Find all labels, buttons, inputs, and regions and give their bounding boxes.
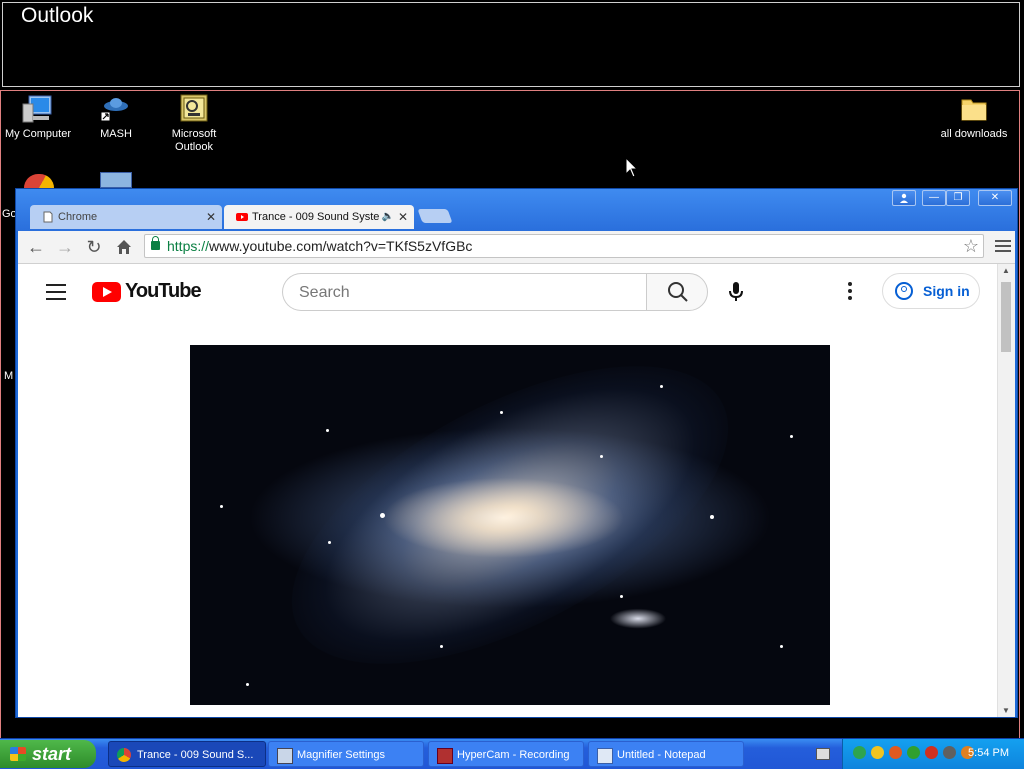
youtube-header: YouTube Search Sign in — [18, 264, 998, 318]
shield-icon[interactable] — [871, 746, 884, 759]
desktop-icon-label: My Computer — [4, 128, 72, 140]
minimize-button[interactable]: — — [922, 190, 946, 206]
system-tray: 5:54 PM — [842, 739, 1024, 769]
taskbar-item-hypercam[interactable]: HyperCam - Recording — [428, 741, 584, 767]
clock[interactable]: 5:54 PM — [968, 747, 1009, 759]
youtube-page: YouTube Search Sign in — [18, 264, 998, 717]
tab-title: Trance - 009 Sound System — [252, 211, 380, 223]
scroll-down-icon[interactable]: ▼ — [1002, 706, 1010, 715]
desktop-icon-all-downloads[interactable]: all downloads — [934, 94, 1014, 141]
tab-title: Chrome — [58, 211, 98, 223]
user-circle-icon — [895, 282, 913, 300]
more-options-icon[interactable] — [848, 282, 854, 302]
address-url: https://www.youtube.com/watch?v=TKfS5zVf… — [167, 238, 473, 254]
new-tab-button[interactable] — [417, 209, 453, 223]
taskbar-item-chrome[interactable]: Trance - 009 Sound S... — [108, 741, 266, 767]
search-placeholder: Search — [299, 284, 350, 301]
magnifier-text: Outlook — [21, 4, 94, 27]
bookmark-star-icon[interactable]: ☆ — [963, 236, 979, 257]
tray-app-icon[interactable] — [943, 746, 956, 759]
magnifier-pane: Outlook — [2, 2, 1020, 87]
reload-icon: ↻ — [86, 237, 102, 257]
desktop-icon-my-computer[interactable]: My Computer — [0, 94, 78, 141]
search-input[interactable]: Search — [282, 273, 646, 311]
desktop-icon-outlook[interactable]: Microsoft Outlook — [154, 94, 234, 154]
youtube-play-icon — [92, 282, 121, 302]
desktop-edge-label: M — [4, 370, 14, 382]
galaxy-image — [246, 345, 774, 705]
video-player[interactable] — [190, 345, 830, 705]
address-bar[interactable]: https://www.youtube.com/watch?v=TKfS5zVf… — [144, 234, 984, 258]
scroll-up-icon[interactable]: ▲ — [1002, 266, 1010, 275]
microphone-icon[interactable] — [726, 281, 746, 303]
guide-menu-icon[interactable] — [46, 284, 66, 300]
task-label: HyperCam - Recording — [457, 749, 570, 761]
tab-close-icon[interactable]: ✕ — [398, 205, 408, 229]
start-button[interactable]: start — [0, 740, 96, 768]
start-label: start — [32, 744, 72, 764]
task-label: Trance - 009 Sound S... — [137, 749, 254, 761]
youtube-favicon-icon — [236, 213, 248, 221]
home-icon — [117, 240, 131, 254]
hypercam-icon — [437, 748, 453, 764]
chrome-window: — ❐ ✕ Chrome ✕ Trance - 009 Sound System… — [15, 188, 1018, 718]
chrome-toolbar: ← → ↻ https://www.youtube.com/watch?v=TK… — [18, 231, 1015, 264]
network-icon[interactable] — [907, 746, 920, 759]
desktop-icon-label: all downloads — [940, 128, 1008, 140]
keyboard-layout-icon[interactable] — [816, 748, 830, 760]
minimize-icon: — — [929, 192, 939, 203]
search-button[interactable] — [646, 273, 708, 311]
tab-chrome[interactable]: Chrome ✕ — [30, 205, 222, 229]
search-icon — [668, 282, 688, 302]
notepad-icon — [597, 748, 613, 764]
magnifier-icon — [277, 748, 293, 764]
task-label: Untitled - Notepad — [617, 749, 706, 761]
taskbar-item-notepad[interactable]: Untitled - Notepad — [588, 741, 744, 767]
scrollbar-thumb[interactable] — [1001, 282, 1011, 352]
sign-in-label: Sign in — [923, 283, 970, 299]
windows-flag-icon — [10, 747, 26, 761]
close-icon: ✕ — [990, 192, 1000, 203]
arrow-right-icon: → — [56, 237, 74, 257]
folder-icon — [957, 94, 991, 124]
tab-youtube[interactable]: Trance - 009 Sound System 🔈 ✕ — [224, 205, 414, 229]
tray-app-icon[interactable] — [889, 746, 902, 759]
close-window-button[interactable]: ✕ — [978, 190, 1012, 206]
forward-button[interactable]: → — [55, 237, 75, 257]
youtube-logo-text: YouTube — [125, 280, 202, 302]
chrome-menu-button[interactable] — [995, 237, 1011, 255]
desktop-icon-mash[interactable]: MASH — [76, 94, 156, 141]
task-label: Magnifier Settings — [297, 749, 386, 761]
page-icon — [43, 211, 53, 223]
home-button[interactable] — [114, 237, 134, 257]
lock-icon — [151, 236, 160, 250]
outlook-icon — [177, 94, 211, 124]
tab-audio-icon[interactable]: 🔈 — [382, 205, 394, 229]
mouse-cursor-icon — [625, 157, 639, 178]
back-button[interactable]: ← — [26, 237, 46, 257]
desktop-icon-label: Microsoft Outlook — [171, 128, 217, 153]
profile-button[interactable] — [892, 190, 916, 206]
chrome-icon — [117, 748, 131, 762]
page-scrollbar[interactable]: ▲ ▼ — [997, 264, 1015, 717]
computer-icon — [21, 94, 55, 124]
utorrent-icon[interactable] — [853, 746, 866, 759]
taskbar: start Trance - 009 Sound S... Magnifier … — [0, 738, 1024, 769]
mash-shortcut-icon — [99, 94, 133, 124]
arrow-left-icon: ← — [27, 237, 45, 257]
chrome-titlebar[interactable]: — ❐ ✕ Chrome ✕ Trance - 009 Sound System… — [16, 189, 1017, 231]
maximize-button[interactable]: ❐ — [946, 190, 970, 206]
reload-button[interactable]: ↻ — [84, 237, 104, 257]
tray-app-icon[interactable] — [925, 746, 938, 759]
desktop-icon-partial[interactable] — [100, 172, 132, 188]
sign-in-button[interactable]: Sign in — [882, 273, 980, 309]
tab-close-icon[interactable]: ✕ — [206, 205, 216, 229]
restore-icon: ❐ — [953, 192, 963, 203]
taskbar-item-magnifier[interactable]: Magnifier Settings — [268, 741, 424, 767]
desktop-icon-label: MASH — [100, 128, 132, 140]
person-icon — [900, 193, 908, 203]
